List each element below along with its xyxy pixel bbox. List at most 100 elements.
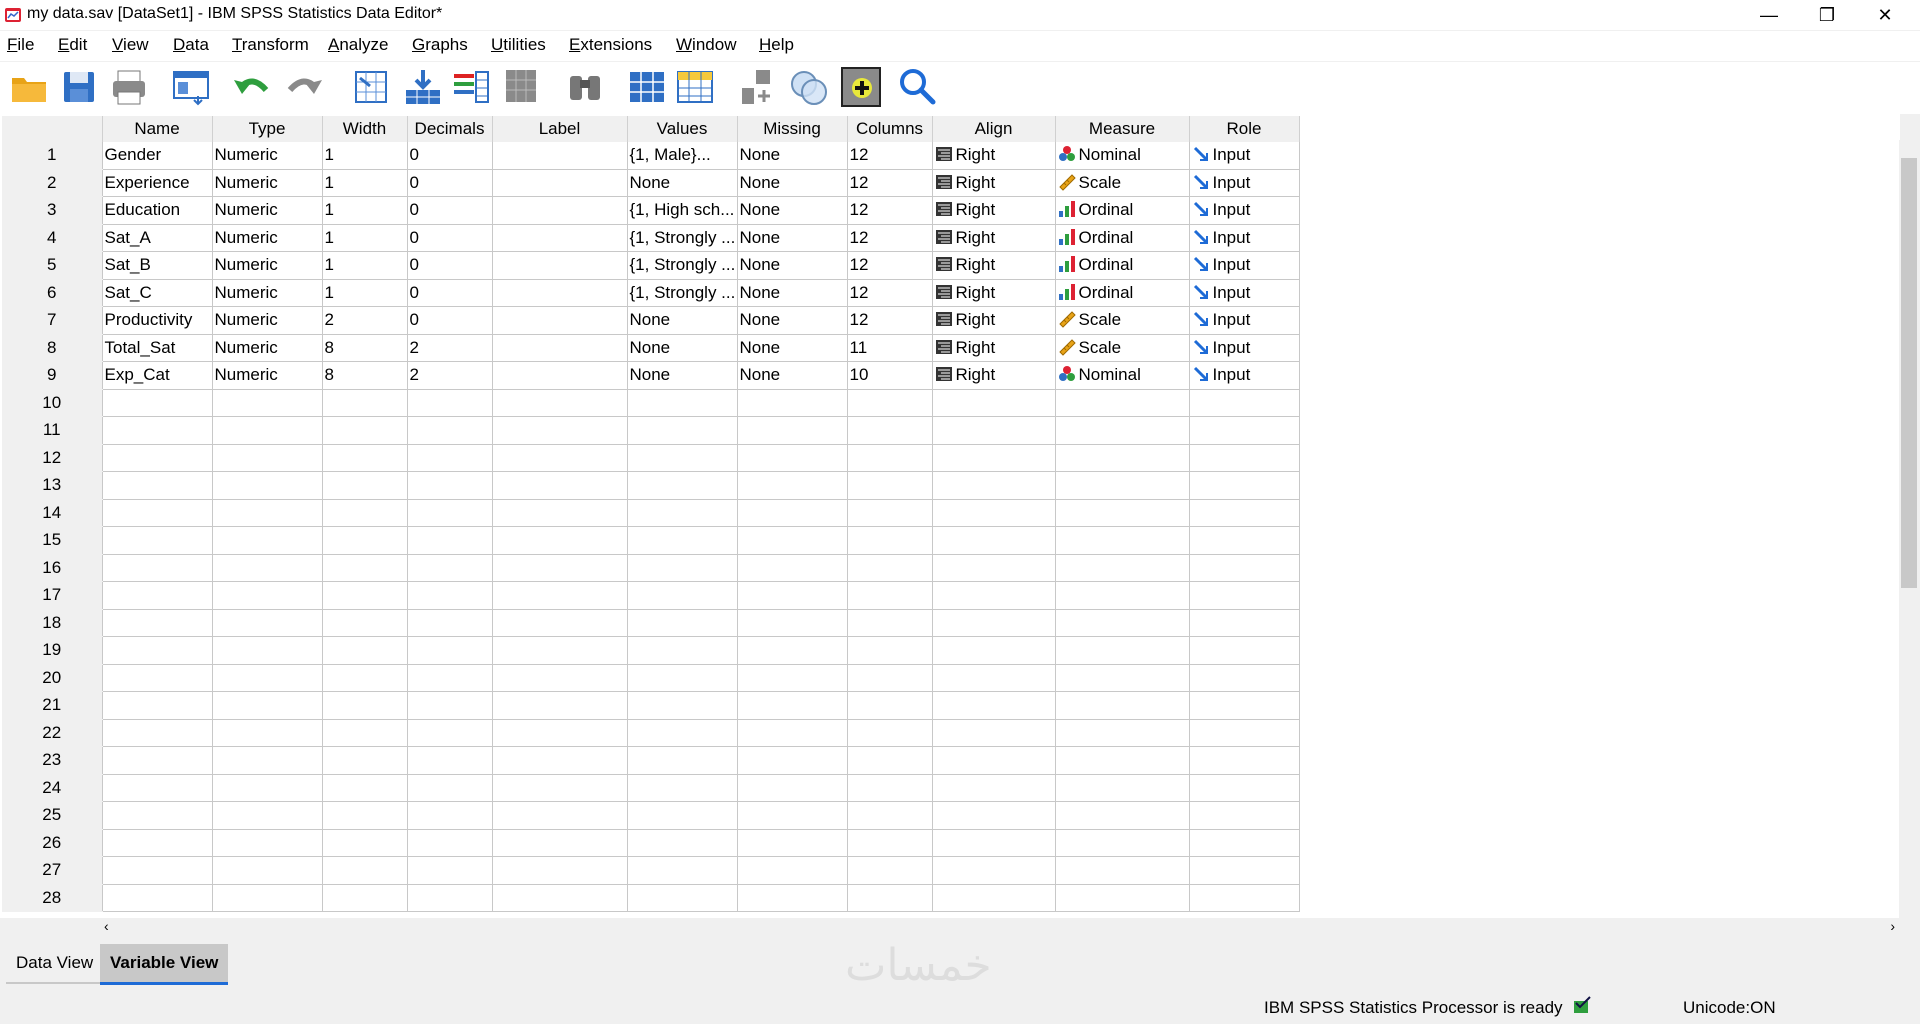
cell-label[interactable] (492, 801, 628, 830)
cell-missing[interactable]: None (737, 251, 848, 280)
find-icon[interactable] (564, 66, 606, 108)
open-folder-icon[interactable] (8, 66, 50, 108)
row-number[interactable]: 8 (2, 334, 103, 362)
cell-name[interactable]: Productivity (102, 306, 213, 335)
cell-name[interactable] (102, 856, 213, 885)
cell-columns[interactable] (847, 499, 933, 527)
cell-width[interactable] (322, 636, 408, 665)
run-descriptives-icon[interactable] (502, 66, 544, 108)
cell-role[interactable] (1189, 746, 1300, 775)
cell-width[interactable] (322, 746, 408, 775)
cell-missing[interactable] (737, 471, 848, 500)
cell-missing[interactable]: None (737, 306, 848, 335)
cell-align[interactable]: Right (932, 142, 1056, 170)
cell-values[interactable] (627, 801, 738, 830)
cell-missing[interactable]: None (737, 361, 848, 390)
row-number[interactable]: 17 (2, 581, 103, 610)
cell-decimals[interactable] (407, 664, 493, 692)
cell-label[interactable] (492, 196, 628, 225)
cell-decimals[interactable] (407, 416, 493, 445)
cell-decimals[interactable] (407, 444, 493, 472)
minimize-button[interactable]: — (1740, 0, 1798, 30)
cell-label[interactable] (492, 279, 628, 307)
row-number[interactable]: 24 (2, 774, 103, 802)
col-header-decimals[interactable]: Decimals (407, 116, 493, 142)
cell-missing[interactable] (737, 499, 848, 527)
cell-align[interactable] (932, 416, 1056, 445)
cell-measure[interactable]: Ordinal (1055, 251, 1190, 280)
cell-values[interactable]: None (627, 361, 738, 390)
cell-missing[interactable] (737, 609, 848, 637)
cell-name[interactable] (102, 636, 213, 665)
col-header-width[interactable]: Width (322, 116, 408, 142)
cell-decimals[interactable] (407, 554, 493, 582)
cell-name[interactable]: Education (102, 196, 213, 225)
cell-width[interactable] (322, 691, 408, 720)
cell-type[interactable]: Numeric (212, 224, 323, 252)
cell-width[interactable] (322, 801, 408, 830)
cell-align[interactable] (932, 636, 1056, 665)
cell-label[interactable] (492, 636, 628, 665)
cell-measure[interactable] (1055, 746, 1190, 775)
cell-name[interactable] (102, 829, 213, 857)
cell-decimals[interactable]: 0 (407, 196, 493, 225)
cell-values[interactable] (627, 774, 738, 802)
cell-name[interactable]: Sat_A (102, 224, 213, 252)
cell-values[interactable] (627, 471, 738, 500)
cell-columns[interactable] (847, 526, 933, 555)
cell-role[interactable] (1189, 691, 1300, 720)
cell-type[interactable]: Numeric (212, 334, 323, 362)
cell-columns[interactable] (847, 664, 933, 692)
cell-columns[interactable]: 12 (847, 224, 933, 252)
cell-decimals[interactable] (407, 581, 493, 610)
cell-type[interactable] (212, 856, 323, 885)
menu-window[interactable]: Window (676, 35, 736, 55)
cell-width[interactable] (322, 664, 408, 692)
cell-values[interactable] (627, 609, 738, 637)
cell-align[interactable] (932, 856, 1056, 885)
cell-values[interactable] (627, 719, 738, 747)
row-number[interactable]: 20 (2, 664, 103, 692)
cell-width[interactable] (322, 719, 408, 747)
cell-label[interactable] (492, 389, 628, 417)
cell-type[interactable] (212, 636, 323, 665)
menu-graphs[interactable]: Graphs (412, 35, 468, 55)
col-header-measure[interactable]: Measure (1055, 116, 1190, 142)
cell-missing[interactable]: None (737, 196, 848, 225)
cell-label[interactable] (492, 361, 628, 390)
cell-columns[interactable]: 12 (847, 251, 933, 280)
cell-decimals[interactable] (407, 801, 493, 830)
row-number[interactable]: 21 (2, 691, 103, 720)
cell-values[interactable]: {1, Strongly ... (627, 279, 738, 307)
cell-type[interactable]: Numeric (212, 196, 323, 225)
dialog-recall-icon[interactable] (170, 66, 212, 108)
cell-missing[interactable]: None (737, 224, 848, 252)
cell-width[interactable]: 1 (322, 224, 408, 252)
cell-missing[interactable]: None (737, 279, 848, 307)
cell-missing[interactable] (737, 664, 848, 692)
cell-width[interactable] (322, 774, 408, 802)
cell-type[interactable] (212, 554, 323, 582)
cell-decimals[interactable] (407, 884, 493, 912)
cell-label[interactable] (492, 142, 628, 170)
cell-role[interactable]: Input (1189, 279, 1300, 307)
col-header-missing[interactable]: Missing (737, 116, 848, 142)
save-icon[interactable] (58, 66, 100, 108)
cell-measure[interactable]: Ordinal (1055, 279, 1190, 307)
cell-align[interactable] (932, 801, 1056, 830)
insert-variable-icon[interactable] (674, 66, 716, 108)
cell-missing[interactable] (737, 829, 848, 857)
cell-values[interactable] (627, 526, 738, 555)
cell-values[interactable] (627, 746, 738, 775)
cell-name[interactable]: Gender (102, 142, 213, 170)
cell-values[interactable]: None (627, 334, 738, 362)
cell-width[interactable] (322, 554, 408, 582)
cell-role[interactable] (1189, 581, 1300, 610)
cell-decimals[interactable] (407, 856, 493, 885)
cell-columns[interactable] (847, 471, 933, 500)
cell-width[interactable]: 1 (322, 196, 408, 225)
cell-width[interactable] (322, 829, 408, 857)
cell-decimals[interactable]: 2 (407, 334, 493, 362)
col-header-values[interactable]: Values (627, 116, 738, 142)
scroll-right-icon[interactable]: › (1890, 918, 1895, 934)
